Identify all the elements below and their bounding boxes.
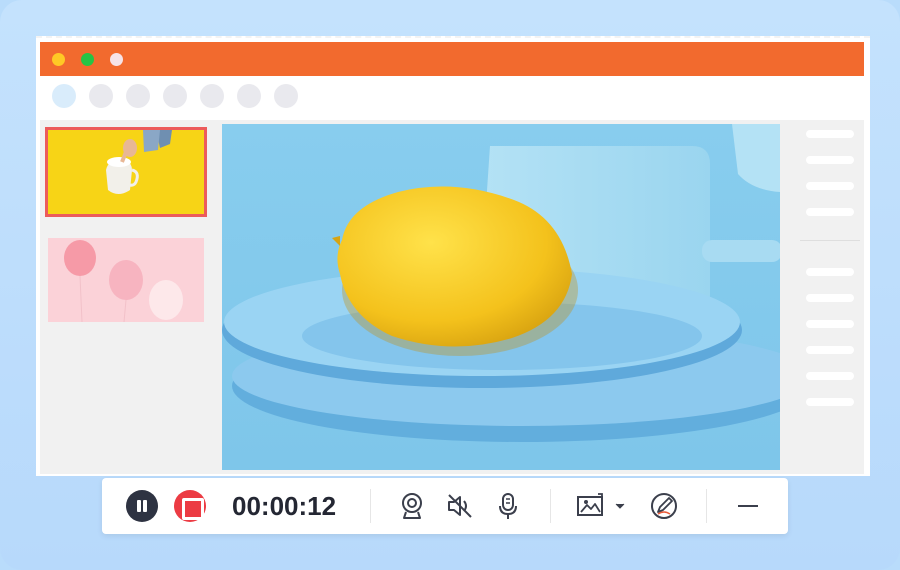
slide-1-image bbox=[48, 130, 204, 214]
property-row[interactable] bbox=[806, 346, 854, 354]
lemon-photo bbox=[222, 124, 780, 470]
property-row[interactable] bbox=[806, 182, 854, 190]
slide-thumbnail-1[interactable] bbox=[45, 127, 207, 217]
property-row[interactable] bbox=[806, 208, 854, 216]
toolbar-button-4[interactable] bbox=[163, 84, 187, 108]
divider bbox=[550, 489, 551, 523]
property-row[interactable] bbox=[806, 268, 854, 276]
slide-thumbnail-2[interactable] bbox=[48, 238, 204, 322]
editor-area bbox=[40, 120, 864, 474]
image-capture-icon[interactable] bbox=[576, 490, 628, 522]
divider bbox=[370, 489, 371, 523]
property-row[interactable] bbox=[806, 130, 854, 138]
microphone-icon[interactable] bbox=[492, 490, 524, 522]
minimize-icon[interactable] bbox=[732, 490, 764, 522]
annotate-pen-icon[interactable] bbox=[648, 490, 680, 522]
toolbar-button-5[interactable] bbox=[200, 84, 224, 108]
app-toolbar bbox=[40, 76, 864, 116]
toolbar-button-2[interactable] bbox=[89, 84, 113, 108]
title-bar bbox=[40, 42, 864, 76]
property-row[interactable] bbox=[806, 156, 854, 164]
close-dot[interactable] bbox=[52, 52, 65, 66]
toolbar-button-6[interactable] bbox=[237, 84, 261, 108]
property-row[interactable] bbox=[806, 398, 854, 406]
speaker-muted-icon[interactable] bbox=[444, 490, 476, 522]
property-row[interactable] bbox=[806, 294, 854, 302]
property-row[interactable] bbox=[806, 320, 854, 328]
pause-icon[interactable] bbox=[126, 490, 158, 522]
recording-toolbar: 00:00:12 bbox=[102, 478, 788, 534]
recording-timer: 00:00:12 bbox=[232, 491, 337, 521]
property-row[interactable] bbox=[806, 372, 854, 380]
webcam-icon[interactable] bbox=[396, 490, 428, 522]
toolbar-button-3[interactable] bbox=[126, 84, 150, 108]
maximize-dot[interactable] bbox=[81, 52, 94, 66]
slide-canvas[interactable] bbox=[222, 124, 780, 470]
divider bbox=[800, 240, 860, 241]
slide-2-image bbox=[48, 238, 204, 322]
toolbar-button-1[interactable] bbox=[52, 84, 76, 108]
properties-panel bbox=[792, 120, 864, 474]
divider bbox=[706, 489, 707, 523]
stop-icon[interactable] bbox=[174, 490, 206, 522]
slides-panel bbox=[40, 120, 216, 474]
toolbar-button-7[interactable] bbox=[274, 84, 298, 108]
minimize-dot[interactable] bbox=[110, 52, 123, 66]
presentation-app-window bbox=[36, 36, 870, 476]
